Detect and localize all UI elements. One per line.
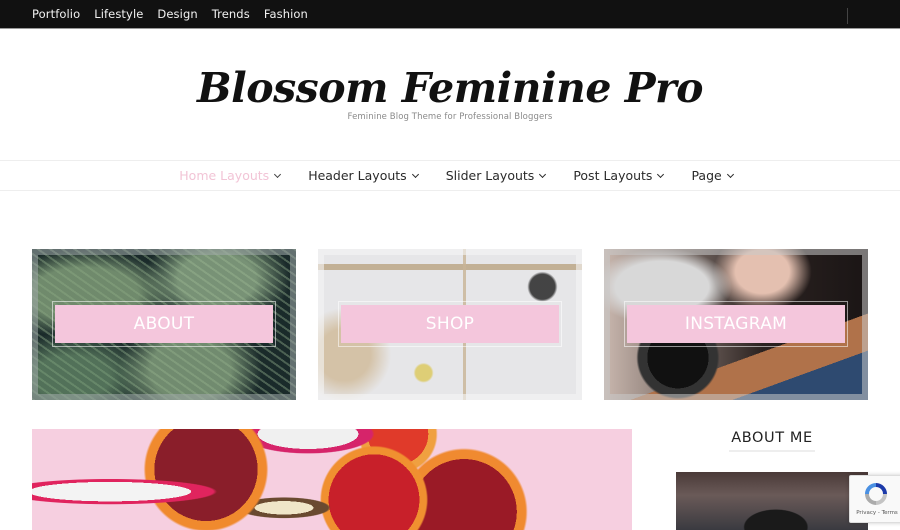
- chevron-down-icon: [657, 170, 665, 178]
- promo-block-instagram[interactable]: INSTAGRAM: [604, 249, 868, 400]
- topbar-divider: [847, 8, 848, 24]
- promo-label: ABOUT: [55, 305, 273, 343]
- promo-block-about[interactable]: ABOUT: [32, 249, 296, 400]
- nav-item-header-layouts[interactable]: Header Layouts: [308, 168, 419, 183]
- secondary-menu-design[interactable]: Design: [157, 7, 197, 21]
- nav-item-post-layouts[interactable]: Post Layouts: [573, 168, 665, 183]
- site-description: Feminine Blog Theme for Professional Blo…: [347, 112, 553, 122]
- secondary-menu-fashion[interactable]: Fashion: [264, 7, 308, 21]
- recaptcha-icon: [865, 483, 887, 505]
- nav-item-label: Post Layouts: [573, 168, 653, 183]
- top-bar: Portfolio Lifestyle Design Trends Fashio…: [0, 0, 900, 29]
- nav-item-label: Page: [691, 168, 722, 183]
- secondary-menu-lifestyle[interactable]: Lifestyle: [94, 7, 143, 21]
- secondary-menu-trends[interactable]: Trends: [212, 7, 250, 21]
- secondary-menu: Portfolio Lifestyle Design Trends Fashio…: [32, 0, 308, 28]
- about-me-image: [676, 472, 868, 530]
- nav-item-label: Home Layouts: [179, 168, 270, 183]
- widget-title-text: ABOUT ME: [729, 430, 815, 452]
- recaptcha-terms[interactable]: Privacy - Terms: [850, 510, 900, 516]
- promo-label: INSTAGRAM: [627, 305, 845, 343]
- site-branding: Blossom Feminine Pro Feminine Blog Theme…: [0, 60, 900, 122]
- nav-item-label: Header Layouts: [308, 168, 407, 183]
- sidebar-widget-title: ABOUT ME: [676, 427, 868, 452]
- nav-item-slider-layouts[interactable]: Slider Layouts: [445, 168, 547, 183]
- chevron-down-icon: [411, 170, 419, 178]
- site-title[interactable]: Blossom Feminine Pro: [0, 60, 900, 116]
- nav-item-page[interactable]: Page: [691, 168, 734, 183]
- promo-block-shop[interactable]: SHOP: [318, 249, 582, 400]
- featured-post-image[interactable]: [32, 429, 632, 530]
- chevron-down-icon: [539, 170, 547, 178]
- chevron-down-icon: [726, 170, 734, 178]
- nav-item-home-layouts[interactable]: Home Layouts: [179, 168, 282, 183]
- chevron-down-icon: [274, 170, 282, 178]
- main-navigation: Home Layouts Header Layouts Slider Layou…: [0, 160, 900, 191]
- promo-label: SHOP: [341, 305, 559, 343]
- secondary-menu-portfolio[interactable]: Portfolio: [32, 7, 80, 21]
- recaptcha-badge[interactable]: Privacy - Terms: [849, 475, 900, 523]
- nav-item-label: Slider Layouts: [445, 168, 535, 183]
